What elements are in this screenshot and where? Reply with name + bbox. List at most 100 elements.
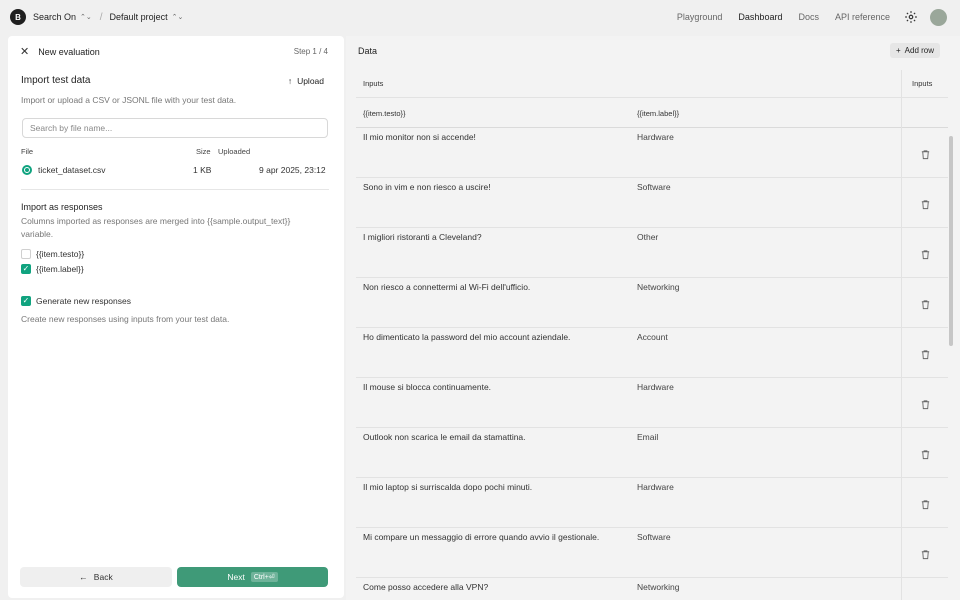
trash-icon[interactable] xyxy=(920,149,931,160)
generate-label: Generate new responses xyxy=(36,296,131,306)
table-row[interactable]: Il mio monitor non si accende! Hardware xyxy=(356,128,948,178)
file-search-input[interactable] xyxy=(22,118,328,138)
arrow-left-icon: ← xyxy=(79,572,88,582)
cell-testo[interactable]: Il mouse si blocca continuamente. xyxy=(363,382,623,392)
cell-testo[interactable]: I migliori ristoranti a Cleveland? xyxy=(363,232,623,242)
cell-label[interactable]: Hardware xyxy=(637,482,674,492)
cell-label[interactable]: Hardware xyxy=(637,382,674,392)
org-avatar[interactable]: B xyxy=(10,9,26,25)
close-icon[interactable]: ✕ xyxy=(20,46,29,58)
table-row[interactable]: Il mio laptop si surriscalda dopo pochi … xyxy=(356,478,948,528)
project-switcher[interactable]: Default project ⌃⌄ xyxy=(110,12,184,22)
file-radio[interactable] xyxy=(22,165,32,175)
checkbox-label-testo: {{item.testo}} xyxy=(36,249,85,259)
column-file: File xyxy=(21,147,34,156)
cell-label[interactable]: Software xyxy=(637,532,671,542)
import-title: Import test data xyxy=(21,75,91,86)
cell-label[interactable]: Email xyxy=(637,432,658,442)
checkbox-item-label[interactable]: ✓ xyxy=(21,264,31,274)
data-table-body: Il mio monitor non si accende! Hardware S… xyxy=(356,128,948,600)
table-row[interactable]: Mi compare un messaggio di errore quando… xyxy=(356,528,948,578)
org-name: Search On xyxy=(33,12,77,22)
trash-icon[interactable] xyxy=(920,299,931,310)
trash-icon[interactable] xyxy=(920,449,931,460)
table-row[interactable]: Ho dimenticato la password del mio accou… xyxy=(356,328,948,378)
plus-icon: + xyxy=(896,46,901,55)
cell-label[interactable]: Networking xyxy=(637,282,680,292)
add-row-button[interactable]: + Add row xyxy=(890,43,941,58)
org-switcher[interactable]: Search On ⌃⌄ xyxy=(33,12,92,22)
file-uploaded: 9 apr 2025, 23:12 xyxy=(259,165,326,175)
cell-testo[interactable]: Outlook non scarica le email da stamatti… xyxy=(363,432,623,442)
group-header-inputs-right: Inputs xyxy=(912,79,933,88)
trash-icon[interactable] xyxy=(920,399,931,410)
table-row[interactable]: Il mouse si blocca continuamente. Hardwar… xyxy=(356,378,948,428)
file-size: 1 KB xyxy=(193,165,212,175)
next-button[interactable]: Next Ctrl+⏎ xyxy=(177,567,328,587)
cell-testo[interactable]: Mi compare un messaggio di errore quando… xyxy=(363,532,623,542)
checkbox-item-testo[interactable] xyxy=(21,249,31,259)
cell-label[interactable]: Software xyxy=(637,182,671,192)
column-uploaded: Uploaded xyxy=(218,147,251,156)
table-row[interactable]: I migliori ristoranti a Cleveland? Other xyxy=(356,228,948,278)
table-row[interactable]: Sono in vim e non riesco a uscire! Softwa… xyxy=(356,178,948,228)
column-header-label[interactable]: {{item.label}} xyxy=(637,109,679,118)
upload-arrow-icon: ↑ xyxy=(287,76,293,86)
file-row[interactable]: ticket_dataset.csv 1 KB 9 apr 2025, 23:1… xyxy=(22,164,328,178)
project-name: Default project xyxy=(109,12,168,22)
nav-playground[interactable]: Playground xyxy=(677,12,723,22)
group-header-inputs: Inputs xyxy=(363,79,384,88)
cell-label[interactable]: Networking xyxy=(637,582,680,592)
trash-icon[interactable] xyxy=(920,199,931,210)
generate-description: Create new responses using inputs from y… xyxy=(21,314,230,324)
nav-dashboard[interactable]: Dashboard xyxy=(738,12,782,22)
column-header-testo[interactable]: {{item.testo}} xyxy=(363,109,406,118)
top-nav: Playground Dashboard Docs API reference xyxy=(677,0,890,34)
checkbox-generate-responses[interactable]: ✓ xyxy=(21,296,31,306)
panel-title: New evaluation xyxy=(38,47,100,57)
nav-api-reference[interactable]: API reference xyxy=(835,12,890,22)
table-row[interactable]: Outlook non scarica le email da stamatti… xyxy=(356,428,948,478)
data-panel: Data + Add row Inputs Inputs {{item.test… xyxy=(346,36,960,600)
file-name: ticket_dataset.csv xyxy=(38,165,106,175)
upload-button[interactable]: ↑ Upload xyxy=(288,76,324,86)
trash-icon[interactable] xyxy=(920,549,931,560)
trash-icon[interactable] xyxy=(920,499,931,510)
import-description: Import or upload a CSV or JSONL file wit… xyxy=(21,95,237,105)
chevron-updown-icon: ⌃⌄ xyxy=(171,14,184,21)
back-label: Back xyxy=(93,572,113,582)
back-button[interactable]: ← Back xyxy=(20,567,172,587)
trash-icon[interactable] xyxy=(920,249,931,260)
shortcut-hint: Ctrl+⏎ xyxy=(250,572,278,582)
cell-testo[interactable]: Non riesco a connettermi al Wi-Fi dell'u… xyxy=(363,282,623,292)
cell-testo[interactable]: Il mio laptop si surriscalda dopo pochi … xyxy=(363,482,623,492)
user-avatar[interactable] xyxy=(930,9,947,26)
column-size: Size xyxy=(196,147,211,156)
cell-label[interactable]: Account xyxy=(637,332,668,342)
scrollbar-thumb[interactable] xyxy=(949,136,953,346)
responses-description: Columns imported as responses are merged… xyxy=(21,216,291,226)
breadcrumb-separator: / xyxy=(99,11,103,23)
table-group-header: Inputs Inputs xyxy=(356,70,948,98)
cell-label[interactable]: Hardware xyxy=(637,132,674,142)
add-row-label: Add row xyxy=(904,46,935,55)
new-evaluation-panel: ✕ New evaluation Step 1 / 4 Import test … xyxy=(8,36,344,598)
table-row[interactable]: Non riesco a connettermi al Wi-Fi dell'u… xyxy=(356,278,948,328)
data-title: Data xyxy=(358,46,378,56)
cell-testo[interactable]: Il mio monitor non si accende! xyxy=(363,132,623,142)
table-row[interactable]: Come posso accedere alla VPN? Networking xyxy=(356,578,948,600)
table-column-header: {{item.testo}} {{item.label}} xyxy=(356,98,948,128)
gear-icon[interactable] xyxy=(904,10,918,24)
cell-testo[interactable]: Come posso accedere alla VPN? xyxy=(363,582,623,592)
upload-label: Upload xyxy=(297,76,324,86)
cell-label[interactable]: Other xyxy=(637,232,658,242)
divider xyxy=(21,189,329,190)
cell-testo[interactable]: Ho dimenticato la password del mio accou… xyxy=(363,332,623,342)
responses-title: Import as responses xyxy=(21,202,103,212)
trash-icon[interactable] xyxy=(920,349,931,360)
cell-testo[interactable]: Sono in vim e non riesco a uscire! xyxy=(363,182,623,192)
next-label: Next xyxy=(227,572,245,582)
chevron-updown-icon: ⌃⌄ xyxy=(80,14,92,21)
responses-description-cont: variable. xyxy=(21,229,54,239)
nav-docs[interactable]: Docs xyxy=(798,12,819,22)
